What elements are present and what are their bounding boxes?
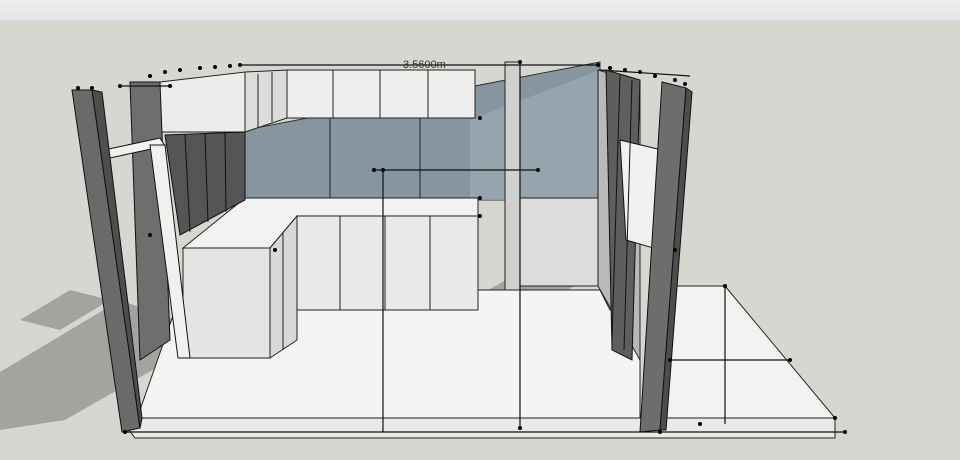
model-canvas[interactable]: 3.5600m: [0, 20, 960, 460]
sketchup-window: 3.5600m: [0, 0, 960, 460]
dimension-label: 3.5600m: [403, 59, 446, 71]
3d-viewport[interactable]: 3.5600m: [0, 20, 960, 460]
toolbar-strip: [0, 0, 960, 21]
